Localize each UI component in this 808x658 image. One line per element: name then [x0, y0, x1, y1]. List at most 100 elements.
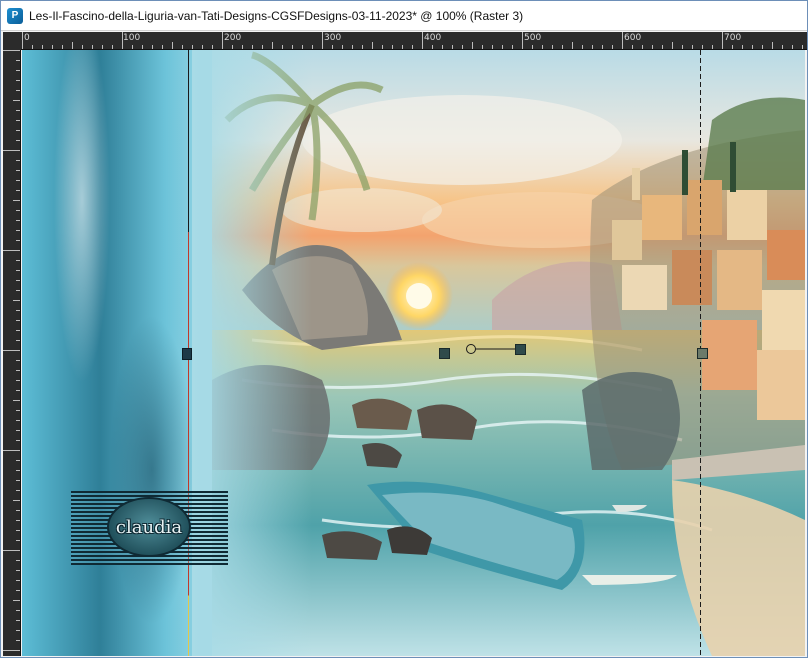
ruler-tick	[742, 45, 743, 49]
ruler-tick	[482, 45, 483, 49]
ruler-tick	[16, 60, 20, 61]
ruler-tick	[52, 45, 53, 49]
ruler-tick	[682, 45, 683, 49]
image-canvas[interactable]: claudia	[22, 50, 805, 656]
horizontal-ruler[interactable]: 0 100 200 300 400 500 600 700	[21, 32, 807, 50]
ruler-tick	[122, 32, 123, 49]
deform-handle-center[interactable]	[439, 348, 450, 359]
ruler-tick	[16, 570, 20, 571]
ruler-tick	[432, 45, 433, 49]
watermark-text: claudia	[115, 517, 183, 538]
ruler-tick	[16, 410, 20, 411]
ruler-tick	[242, 45, 243, 49]
ruler-tick	[662, 45, 663, 49]
ruler-tick	[16, 330, 20, 331]
ruler-tick	[212, 45, 213, 49]
ruler-tick	[16, 220, 20, 221]
ruler-tick	[342, 45, 343, 49]
ruler-tick	[422, 32, 423, 49]
ruler-tick	[13, 300, 20, 301]
deform-handle-right[interactable]	[697, 348, 708, 359]
ruler-tick	[152, 45, 153, 49]
ruler-tick	[16, 90, 20, 91]
ruler-tick	[272, 42, 273, 49]
ruler-tick	[752, 45, 753, 49]
ruler-tick	[3, 50, 20, 51]
ruler-tick	[16, 560, 20, 561]
ruler-tick	[412, 45, 413, 49]
ruler-tick	[702, 45, 703, 49]
ruler-tick	[3, 550, 20, 551]
ruler-tick	[392, 45, 393, 49]
watermark-oval: claudia	[107, 497, 191, 557]
ruler-tick	[16, 490, 20, 491]
deform-handle-left[interactable]	[182, 348, 192, 360]
ruler-tick	[252, 45, 253, 49]
claudia-watermark: claudia	[71, 491, 228, 565]
ruler-tick	[16, 190, 20, 191]
ruler-tick	[162, 45, 163, 49]
ruler-tick	[13, 100, 20, 101]
ruler-tick	[16, 170, 20, 171]
rotation-handle-square[interactable]	[515, 344, 526, 355]
ruler-label: 200	[224, 33, 242, 43]
ruler-tick	[16, 520, 20, 521]
vertical-ruler[interactable]	[3, 50, 21, 656]
ruler-tick	[652, 45, 653, 49]
ruler-tick	[16, 620, 20, 621]
ruler-tick	[602, 45, 603, 49]
ruler-tick	[532, 45, 533, 49]
ruler-tick	[312, 45, 313, 49]
ruler-label: 400	[424, 33, 442, 43]
ruler-tick	[16, 420, 20, 421]
ruler-tick	[92, 45, 93, 49]
ruler-tick	[362, 45, 363, 49]
ruler-corner	[3, 32, 21, 50]
ruler-tick	[772, 42, 773, 49]
ruler-tick	[522, 32, 523, 49]
ruler-tick	[102, 45, 103, 49]
ruler-tick	[3, 450, 20, 451]
title-bar[interactable]: P Les-Il-Fascino-della-Liguria-van-Tati-…	[1, 1, 807, 31]
ruler-tick	[672, 42, 673, 49]
ruler-tick	[562, 45, 563, 49]
ruler-tick	[182, 45, 183, 49]
ruler-tick	[462, 45, 463, 49]
ruler-tick	[13, 500, 20, 501]
ruler-tick	[16, 360, 20, 361]
ruler-tick	[13, 200, 20, 201]
ruler-tick	[16, 340, 20, 341]
ruler-tick	[13, 400, 20, 401]
ruler-tick	[792, 45, 793, 49]
ruler-tick	[16, 430, 20, 431]
ruler-label: 100	[123, 33, 141, 43]
document-window[interactable]: P Les-Il-Fascino-della-Liguria-van-Tati-…	[0, 0, 808, 658]
ruler-tick	[232, 45, 233, 49]
ruler-tick	[732, 45, 733, 49]
ruler-label: 700	[724, 33, 742, 43]
ruler-tick	[16, 640, 20, 641]
ruler-tick	[622, 32, 623, 49]
layer-fade	[192, 50, 312, 656]
ruler-tick	[16, 280, 20, 281]
ruler-tick	[16, 630, 20, 631]
ruler-tick	[16, 460, 20, 461]
ruler-tick	[382, 45, 383, 49]
ruler-tick	[16, 120, 20, 121]
ruler-tick	[82, 45, 83, 49]
ruler-tick	[32, 45, 33, 49]
ruler-tick	[442, 45, 443, 49]
ruler-tick	[16, 230, 20, 231]
ruler-tick	[402, 45, 403, 49]
ruler-tick	[302, 45, 303, 49]
ruler-tick	[552, 45, 553, 49]
ruler-tick	[762, 45, 763, 49]
ruler-tick	[3, 150, 20, 151]
ruler-tick	[16, 70, 20, 71]
ruler-tick	[16, 590, 20, 591]
ruler-tick	[452, 45, 453, 49]
ruler-tick	[16, 530, 20, 531]
ruler-tick	[16, 140, 20, 141]
ruler-tick	[16, 440, 20, 441]
ruler-tick	[16, 480, 20, 481]
